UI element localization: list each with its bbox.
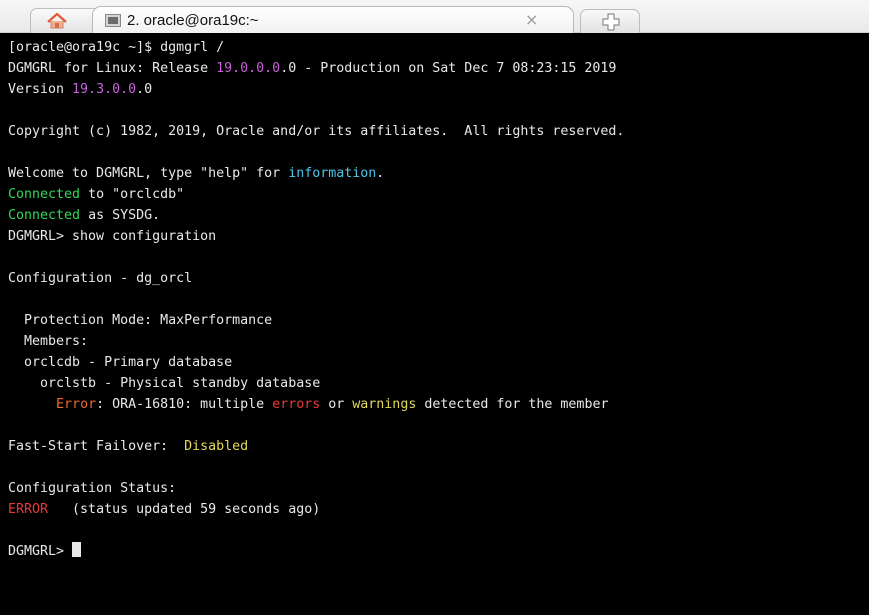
terminal-line: Protection Mode: MaxPerformance — [8, 310, 869, 331]
terminal-line: Error: ORA-16810: multiple errors or war… — [8, 394, 869, 415]
terminal-line: orclcdb - Primary database — [8, 352, 869, 373]
terminal-text: 19.3.0.0 — [72, 82, 137, 97]
terminal-text: . — [376, 166, 385, 181]
terminal-text: DGMGRL> show configuration — [8, 229, 217, 244]
terminal-line: Configuration Status: — [8, 478, 869, 499]
terminal-text: Disabled — [184, 439, 249, 454]
terminal-line: Welcome to DGMGRL, type "help" for infor… — [8, 163, 869, 184]
terminal-text: Error — [56, 397, 97, 412]
tab-title: 2. oracle@ora19c:~ — [127, 12, 259, 29]
home-icon — [47, 13, 67, 29]
terminal-text: or — [320, 397, 353, 412]
terminal-text: detected for the member — [416, 397, 609, 412]
terminal-text: DGMGRL for Linux: Release — [8, 61, 217, 76]
terminal-line: Connected to "orclcdb" — [8, 184, 869, 205]
terminal-text: Protection Mode: MaxPerformance — [8, 313, 273, 328]
tab-session-2[interactable]: 2. oracle@ora19c:~ × — [92, 6, 574, 34]
terminal-line: DGMGRL> show configuration — [8, 226, 869, 247]
terminal-icon — [105, 14, 121, 27]
terminal-text: warnings — [352, 397, 417, 412]
terminal-text: orclcdb - Primary database — [8, 355, 233, 370]
terminal-line: Connected as SYSDG. — [8, 205, 869, 226]
close-tab-icon[interactable]: × — [525, 10, 538, 29]
terminal-text: DGMGRL> — [8, 544, 73, 559]
terminal-text: [oracle@ora19c ~]$ dgmgrl / — [8, 40, 225, 55]
new-tab-icon — [602, 13, 620, 31]
terminal-text: Version — [8, 82, 73, 97]
terminal-text: errors — [272, 397, 321, 412]
terminal-line: ERROR (status updated 59 seconds ago) — [8, 499, 869, 520]
terminal-text: ERROR — [8, 502, 49, 517]
new-tab-button[interactable] — [580, 9, 640, 33]
tab-bar: 2. oracle@ora19c:~ × — [0, 0, 869, 34]
terminal-text: Welcome to DGMGRL, type "help" for — [8, 166, 289, 181]
terminal-line: Version 19.3.0.0.0 — [8, 79, 869, 100]
terminal-window: 2. oracle@ora19c:~ × [oracle@ora19c ~]$ … — [0, 0, 869, 615]
terminal-text: 19.0.0.0 — [216, 61, 281, 76]
terminal-text: Fast-Start Failover: — [8, 439, 185, 454]
terminal-text: Connected — [8, 187, 81, 202]
terminal-text: .0 - Production on Sat Dec 7 08:23:15 20… — [280, 61, 617, 76]
terminal-text: Configuration Status: — [8, 481, 177, 496]
terminal-line: DGMGRL> — [8, 541, 869, 562]
terminal-line: Copyright (c) 1982, 2019, Oracle and/or … — [8, 121, 869, 142]
terminal-text: (status updated 59 seconds ago) — [48, 502, 321, 517]
terminal-text: .0 — [136, 82, 153, 97]
terminal-line: [oracle@ora19c ~]$ dgmgrl / — [8, 37, 869, 58]
terminal-text: Copyright (c) 1982, 2019, Oracle and/or … — [8, 124, 625, 139]
terminal-cursor — [72, 542, 82, 557]
terminal-output[interactable]: [oracle@ora19c ~]$ dgmgrl / DGMGRL for Li… — [0, 33, 869, 615]
terminal-text: orclstb - Physical standby database — [8, 376, 321, 391]
terminal-line: DGMGRL for Linux: Release 19.0.0.0.0 - P… — [8, 58, 869, 79]
terminal-text: Members: — [8, 334, 89, 349]
terminal-line: orclstb - Physical standby database — [8, 373, 869, 394]
terminal-line: Members: — [8, 331, 869, 352]
terminal-text: Configuration - dg_orcl — [8, 271, 193, 286]
terminal-line: Configuration - dg_orcl — [8, 268, 869, 289]
terminal-text: : ORA-16810: multiple — [96, 397, 273, 412]
terminal-text: information — [288, 166, 377, 181]
terminal-text: Connected — [8, 208, 81, 223]
terminal-line: Fast-Start Failover: Disabled — [8, 436, 869, 457]
terminal-text: to "orclcdb" — [80, 187, 185, 202]
terminal-text: as SYSDG. — [80, 208, 161, 223]
